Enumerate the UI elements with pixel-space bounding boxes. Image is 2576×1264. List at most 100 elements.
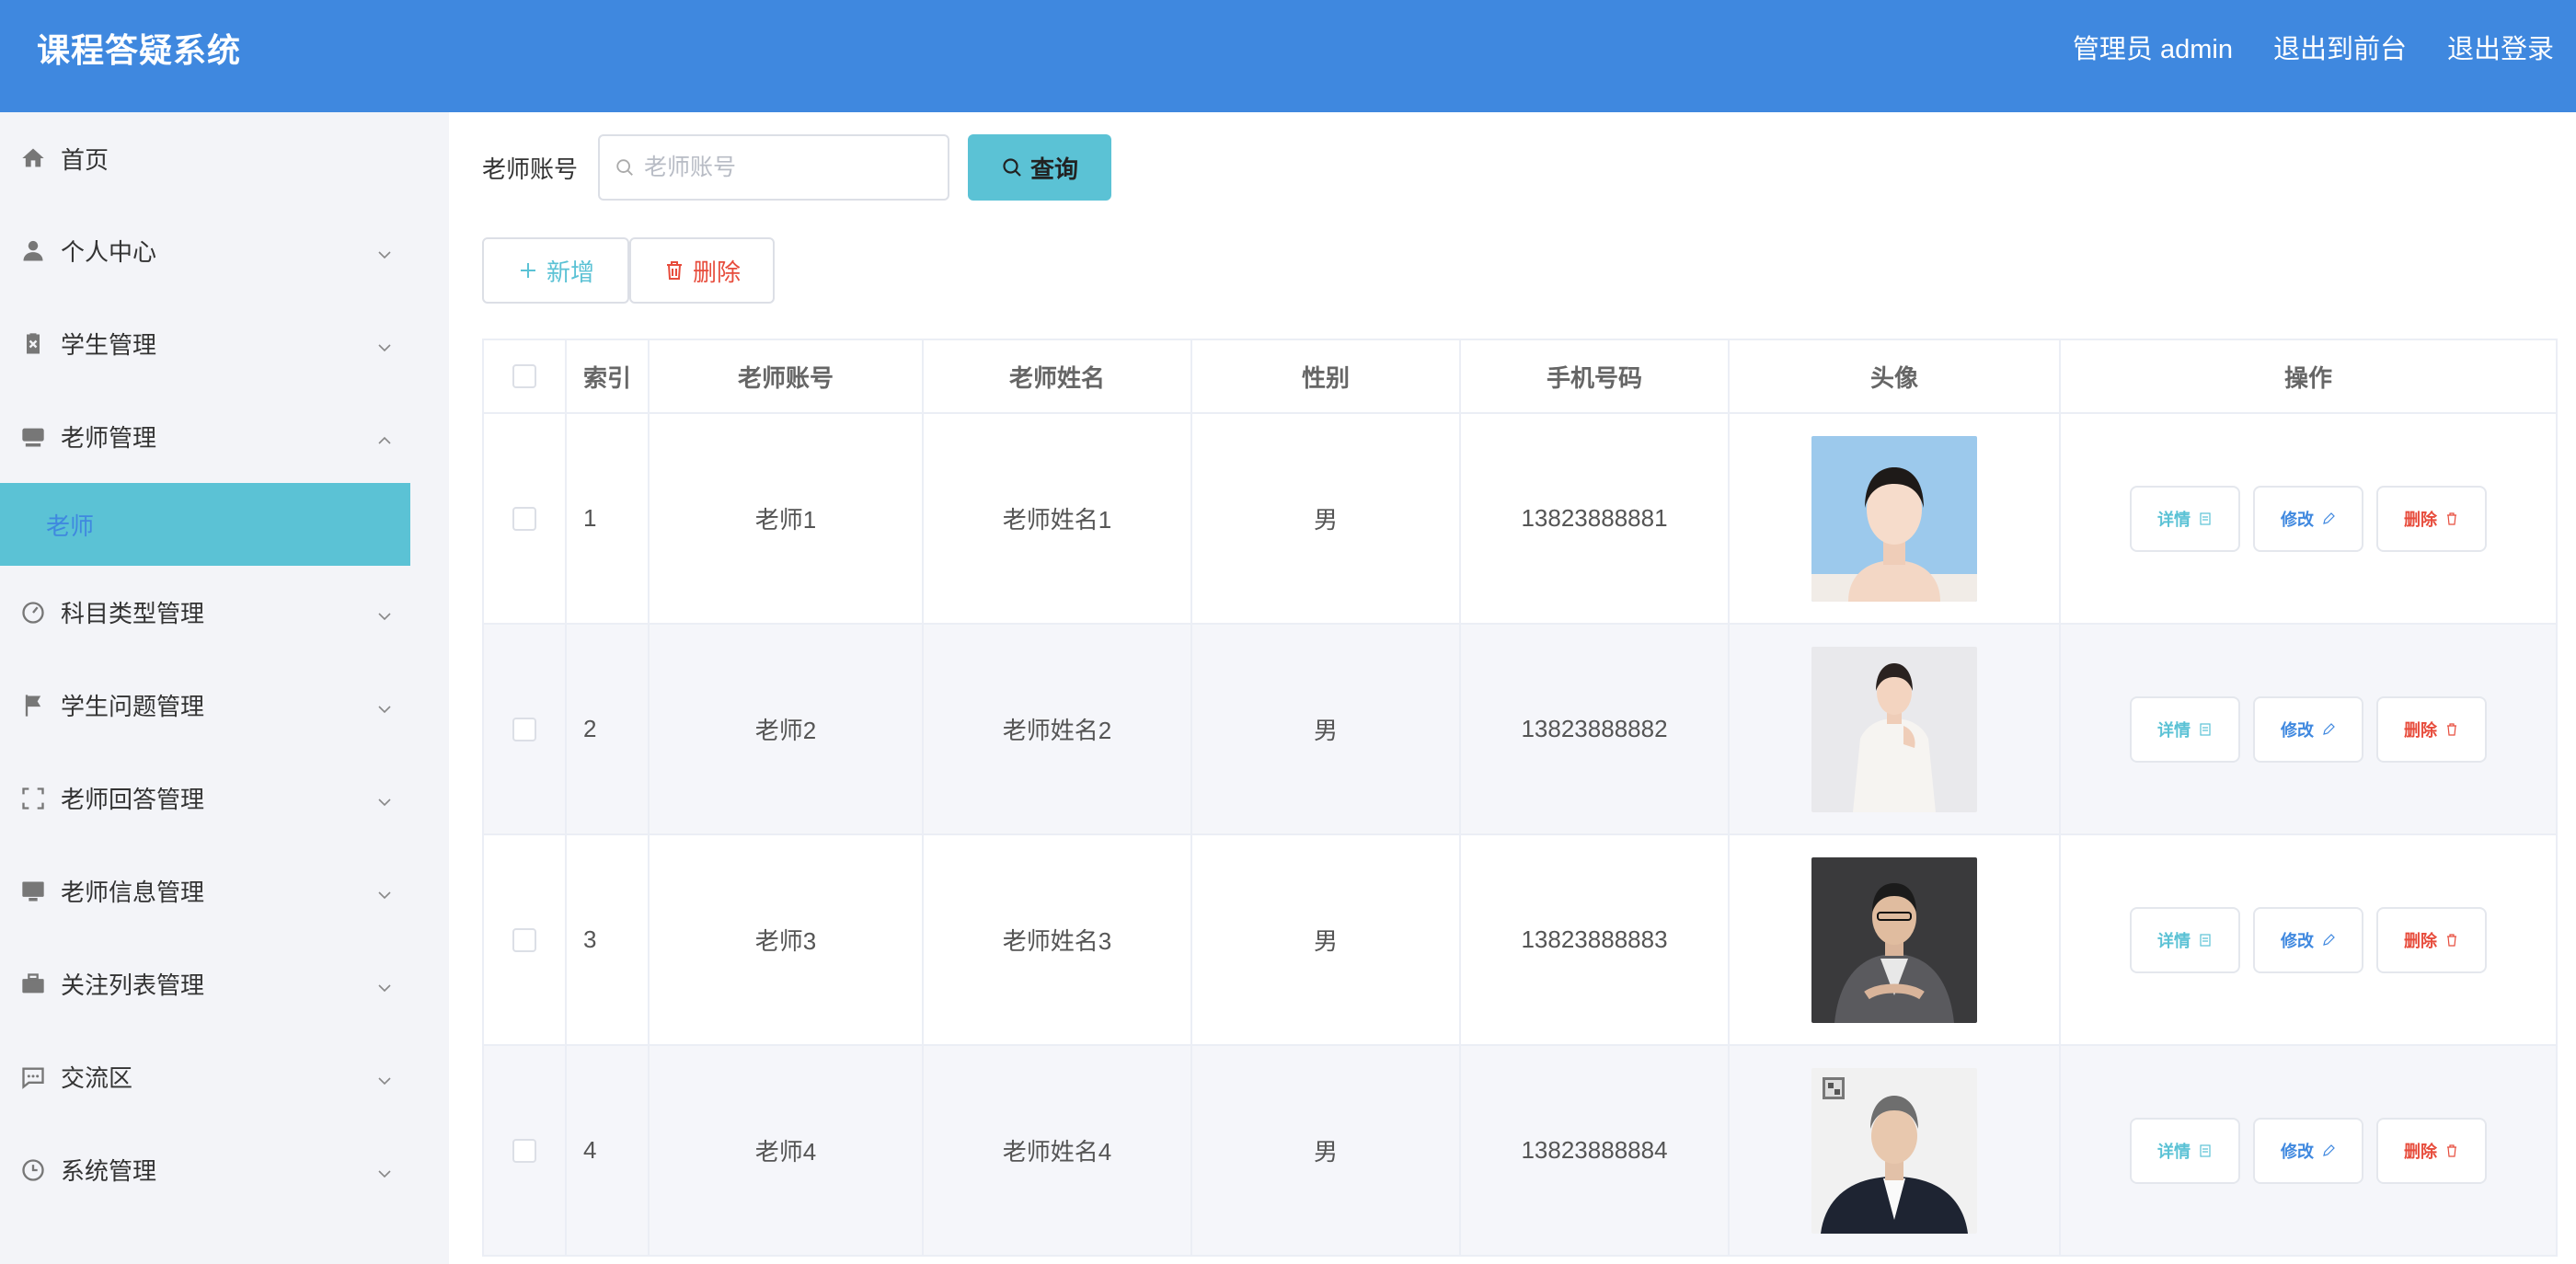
detail-button[interactable]: 详情 xyxy=(2130,485,2240,552)
sidebar-item-label: 学生管理 xyxy=(61,331,157,359)
detail-button[interactable]: 详情 xyxy=(2130,1117,2240,1184)
sidebar-item-label: 老师管理 xyxy=(61,424,157,452)
row-checkbox[interactable] xyxy=(512,927,536,952)
table-row: 4 老师4 老师姓名4 男 13823888884 详情 修改 删除 xyxy=(482,1046,2558,1257)
sidebar-item-subject-type-management[interactable]: 科目类型管理 xyxy=(0,566,410,659)
chevron-down-icon xyxy=(375,335,394,353)
row-checkbox-cell xyxy=(482,835,565,1044)
logout-link[interactable]: 退出登录 xyxy=(2447,28,2554,66)
sidebar-item-home[interactable]: 首页 xyxy=(0,112,410,204)
edit-label: 修改 xyxy=(2281,720,2314,740)
sidebar-item-teacher-answer-management[interactable]: 老师回答管理 xyxy=(0,752,410,845)
exit-to-frontend-link[interactable]: 退出到前台 xyxy=(2273,28,2407,66)
teacher-account-search-input[interactable] xyxy=(644,154,939,181)
detail-button[interactable]: 详情 xyxy=(2130,695,2240,763)
sidebar-item-label: 个人中心 xyxy=(61,238,157,266)
sidebar-item-personal-center[interactable]: 个人中心 xyxy=(0,204,410,297)
table-row: 3 老师3 老师姓名3 男 13823888883 详情 修改 删除 xyxy=(482,835,2558,1046)
chevron-down-icon xyxy=(375,882,394,901)
delete-button[interactable]: 删除 xyxy=(2376,485,2487,552)
row-checkbox[interactable] xyxy=(512,717,536,741)
sidebar-item-system-management[interactable]: 系统管理 xyxy=(0,1123,410,1216)
sidebar-item-teacher-info-management[interactable]: 老师信息管理 xyxy=(0,845,410,937)
cell-avatar xyxy=(1728,414,2059,623)
search-icon xyxy=(1003,158,1021,177)
sidebar-item-teacher-management[interactable]: 老师管理 xyxy=(0,390,410,483)
cell-account: 老师4 xyxy=(648,1046,922,1255)
cell-operations: 详情 修改 删除 xyxy=(2059,414,2558,623)
delete-label: 删除 xyxy=(2404,510,2437,529)
trash-icon xyxy=(2447,933,2456,947)
user-icon xyxy=(20,238,46,264)
sidebar-item-student-question-management[interactable]: 学生问题管理 xyxy=(0,659,410,752)
edit-button[interactable]: 修改 xyxy=(2253,1117,2363,1184)
delete-button[interactable]: 删除 xyxy=(2376,695,2487,763)
edit-button[interactable]: 修改 xyxy=(2253,485,2363,552)
row-checkbox[interactable] xyxy=(512,506,536,531)
cell-phone: 13823888882 xyxy=(1459,625,1728,833)
main-content: 老师账号 查询 新增 删除 索引 老师账号 老师姓名 性别 手机号码 头像 操 xyxy=(449,112,2576,1264)
sidebar-item-follow-list-management[interactable]: 关注列表管理 xyxy=(0,937,410,1030)
cell-avatar xyxy=(1728,625,2059,833)
edit-button[interactable]: 修改 xyxy=(2253,906,2363,973)
sidebar-item-label: 老师回答管理 xyxy=(61,786,205,813)
detail-button[interactable]: 详情 xyxy=(2130,906,2240,973)
edit-button[interactable]: 修改 xyxy=(2253,695,2363,763)
edit-icon xyxy=(2323,722,2335,735)
clipboard-icon xyxy=(20,331,46,357)
chevron-down-icon xyxy=(375,242,394,260)
row-checkbox[interactable] xyxy=(512,1138,536,1163)
delete-button[interactable]: 删除 xyxy=(2376,1117,2487,1184)
batch-delete-button[interactable]: 删除 xyxy=(629,237,775,304)
sidebar-item-student-management[interactable]: 学生管理 xyxy=(0,297,410,390)
sidebar-item-label: 交流区 xyxy=(61,1064,133,1092)
plus-icon xyxy=(520,263,535,278)
column-header-index: 索引 xyxy=(565,340,648,412)
sidebar: 首页 个人中心 学生管理 老师管理 老师 科目类型管理 学生问题管理 老师回答管… xyxy=(0,112,410,1264)
select-all-checkbox[interactable] xyxy=(512,364,536,388)
column-header-operations: 操作 xyxy=(2059,340,2558,412)
sidebar-item-label: 系统管理 xyxy=(61,1157,157,1185)
sidebar-item-label: 老师信息管理 xyxy=(61,879,205,906)
row-checkbox-cell xyxy=(482,625,565,833)
cell-sex: 男 xyxy=(1190,835,1459,1044)
delete-button[interactable]: 删除 xyxy=(2376,906,2487,973)
edit-icon xyxy=(2323,933,2335,946)
query-button[interactable]: 查询 xyxy=(968,134,1112,201)
column-header-account: 老师账号 xyxy=(648,340,922,412)
table-row: 1 老师1 老师姓名1 男 13823888881 详情 修改 删除 xyxy=(482,414,2558,625)
cell-index: 3 xyxy=(565,835,648,1044)
sidebar-subitem-teacher[interactable]: 老师 xyxy=(0,483,410,566)
flag-icon xyxy=(20,693,46,718)
cell-phone: 13823888881 xyxy=(1459,414,1728,623)
sidebar-item-label: 关注列表管理 xyxy=(61,971,205,999)
row-actions: 详情 修改 删除 xyxy=(2130,695,2487,763)
row-actions: 详情 修改 删除 xyxy=(2130,485,2487,552)
monitor-icon xyxy=(20,424,46,450)
teacher-table: 索引 老师账号 老师姓名 性别 手机号码 头像 操作 1 老师1 老师姓名1 男… xyxy=(482,339,2558,1257)
search-field[interactable] xyxy=(598,134,950,201)
avatar xyxy=(1811,646,1977,812)
screen-icon xyxy=(20,879,46,904)
sidebar-subitem-label: 老师 xyxy=(46,511,95,540)
edit-icon xyxy=(2323,511,2335,524)
row-checkbox-cell xyxy=(482,414,565,623)
home-icon xyxy=(20,145,46,171)
app-title: 课程答疑系统 xyxy=(37,31,242,69)
row-actions: 详情 修改 删除 xyxy=(2130,1117,2487,1184)
table-row: 2 老师2 老师姓名2 男 13823888882 详情 修改 删除 xyxy=(482,625,2558,835)
cell-phone: 13823888884 xyxy=(1459,1046,1728,1255)
trash-icon xyxy=(2447,722,2456,736)
sidebar-item-exchange-area[interactable]: 交流区 xyxy=(0,1030,410,1123)
cell-account: 老师1 xyxy=(648,414,922,623)
add-button[interactable]: 新增 xyxy=(482,237,629,304)
cell-avatar xyxy=(1728,835,2059,1044)
admin-user-link[interactable]: 管理员 admin xyxy=(2073,28,2233,66)
cell-name: 老师姓名1 xyxy=(922,414,1190,623)
chevron-down-icon xyxy=(375,1068,394,1086)
document-icon xyxy=(2200,722,2211,736)
briefcase-icon xyxy=(20,971,46,997)
avatar xyxy=(1811,856,1977,1023)
delete-button-label: 删除 xyxy=(692,258,741,286)
cell-index: 1 xyxy=(565,414,648,623)
